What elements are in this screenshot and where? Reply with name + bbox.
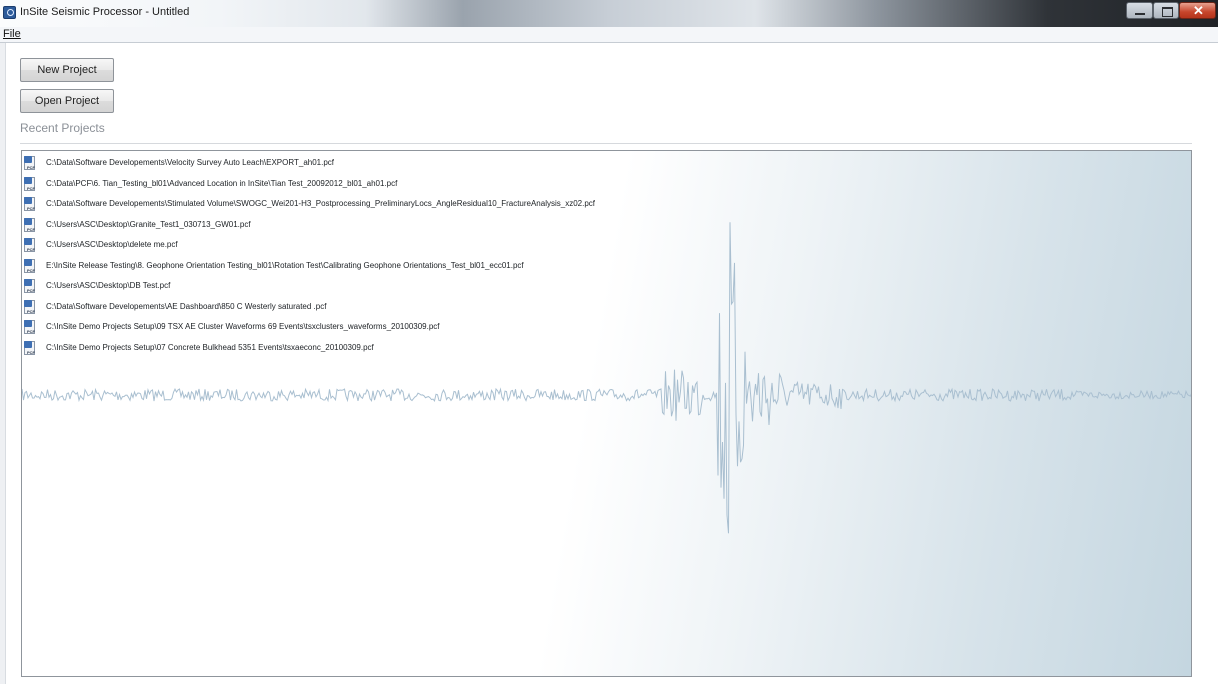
- window-title: InSite Seismic Processor - Untitled: [20, 6, 190, 18]
- close-icon: ✕: [1193, 3, 1204, 18]
- new-project-button[interactable]: New Project: [20, 58, 114, 82]
- open-project-button[interactable]: Open Project: [20, 89, 114, 113]
- recent-project-path[interactable]: C:\InSite Demo Projects Setup\09 TSX AE …: [46, 322, 440, 331]
- pcf-file-icon: PCF: [24, 258, 36, 274]
- pcf-file-icon: PCF: [24, 299, 36, 315]
- minimize-button[interactable]: [1126, 2, 1153, 19]
- recent-project-path[interactable]: C:\Data\Software Developements\Velocity …: [46, 158, 334, 167]
- recent-project-path[interactable]: C:\Users\ASC\Desktop\DB Test.pcf: [46, 281, 170, 290]
- recent-project-path[interactable]: C:\Users\ASC\Desktop\delete me.pcf: [46, 240, 178, 249]
- pcf-file-icon: PCF: [24, 238, 36, 253]
- left-edge: [0, 43, 6, 684]
- maximize-icon: [1162, 7, 1173, 17]
- recent-project-path[interactable]: C:\Data\PCF\6. Tian_Testing_bl01\Advance…: [46, 179, 397, 188]
- recent-project-path[interactable]: C:\Users\ASC\Desktop\Granite_Test1_03071…: [46, 220, 251, 229]
- recent-projects-heading: Recent Projects: [20, 121, 105, 135]
- recent-project-path[interactable]: C:\Data\Software Developements\Stimulate…: [46, 199, 595, 208]
- recent-project-path[interactable]: C:\Data\Software Developements\AE Dashbo…: [46, 302, 326, 311]
- recent-project-path[interactable]: E:\InSite Release Testing\8. Geophone Or…: [46, 261, 524, 270]
- waveform-background: [22, 222, 1191, 534]
- app-icon[interactable]: [3, 6, 16, 19]
- close-button[interactable]: ✕: [1179, 2, 1216, 19]
- pcf-file-icon: PCF: [24, 279, 36, 294]
- menu-file[interactable]: File: [3, 28, 21, 40]
- recent-projects-panel: PCF C:\Data\Software Developements\Veloci…: [21, 150, 1192, 677]
- pcf-file-icon: PCF: [24, 197, 36, 212]
- minimize-icon: [1135, 13, 1145, 15]
- pcf-file-icon: PCF: [24, 340, 36, 356]
- maximize-button[interactable]: [1153, 2, 1179, 19]
- pcf-file-icon: PCF: [24, 176, 36, 192]
- pcf-file-icon: PCF: [24, 217, 36, 233]
- recent-project-path[interactable]: C:\InSite Demo Projects Setup\07 Concret…: [46, 343, 374, 352]
- pcf-file-icon: PCF: [24, 156, 36, 171]
- pcf-file-icon: PCF: [24, 320, 36, 335]
- title-bar: InSite Seismic Processor - Untitled ✕: [0, 0, 1218, 27]
- divider: [20, 143, 1192, 144]
- menu-bar: File: [0, 27, 1218, 43]
